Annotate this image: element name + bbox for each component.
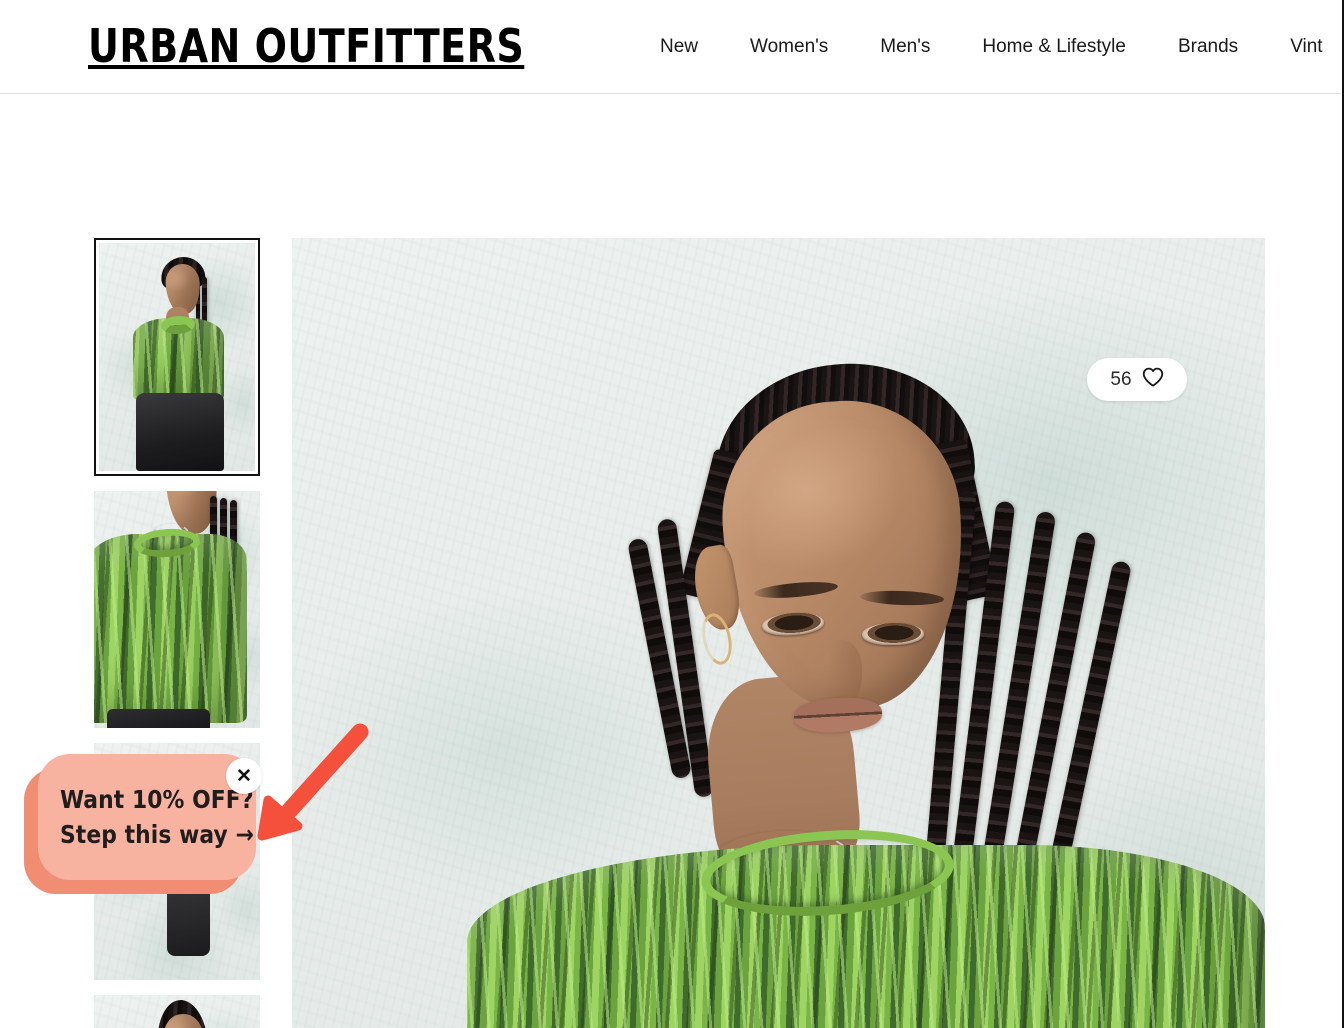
close-icon: ✕ xyxy=(236,765,252,787)
site-header: URBAN OUTFITTERS New Women's Men's Home … xyxy=(0,0,1341,94)
nav-item-womens[interactable]: Women's xyxy=(724,0,854,94)
thumbnail-1-image xyxy=(99,243,255,471)
model-figure xyxy=(292,238,1265,1028)
nav-item-vintage[interactable]: Vint xyxy=(1264,0,1344,94)
main-navigation: New Women's Men's Home & Lifestyle Brand… xyxy=(648,0,1344,94)
promo-popup: Want 10% OFF? Step this way → ✕ xyxy=(24,754,262,894)
thumbnail-2-image xyxy=(94,491,260,728)
like-count: 56 xyxy=(1110,368,1132,390)
thumbnail-1[interactable] xyxy=(94,238,260,476)
promo-subline: Step this way → xyxy=(60,820,254,849)
nav-item-new[interactable]: New xyxy=(648,0,724,94)
hero-product-image[interactable]: 56 xyxy=(292,238,1265,1028)
thumbnail-rail xyxy=(94,238,262,1028)
thumbnail-2[interactable] xyxy=(94,491,260,728)
promo-offer-card[interactable]: Want 10% OFF? Step this way → xyxy=(38,754,256,880)
heart-icon xyxy=(1142,367,1164,392)
like-button[interactable]: 56 xyxy=(1087,358,1187,401)
nav-item-brands[interactable]: Brands xyxy=(1152,0,1264,94)
thumbnail-4-image xyxy=(94,995,260,1028)
promo-headline: Want 10% OFF? xyxy=(60,785,254,814)
thumbnail-4[interactable] xyxy=(94,995,260,1028)
brand-logo[interactable]: URBAN OUTFITTERS xyxy=(88,18,524,74)
promo-close-button[interactable]: ✕ xyxy=(226,758,262,794)
nav-item-home-lifestyle[interactable]: Home & Lifestyle xyxy=(956,0,1152,94)
nav-item-mens[interactable]: Men's xyxy=(854,0,956,94)
